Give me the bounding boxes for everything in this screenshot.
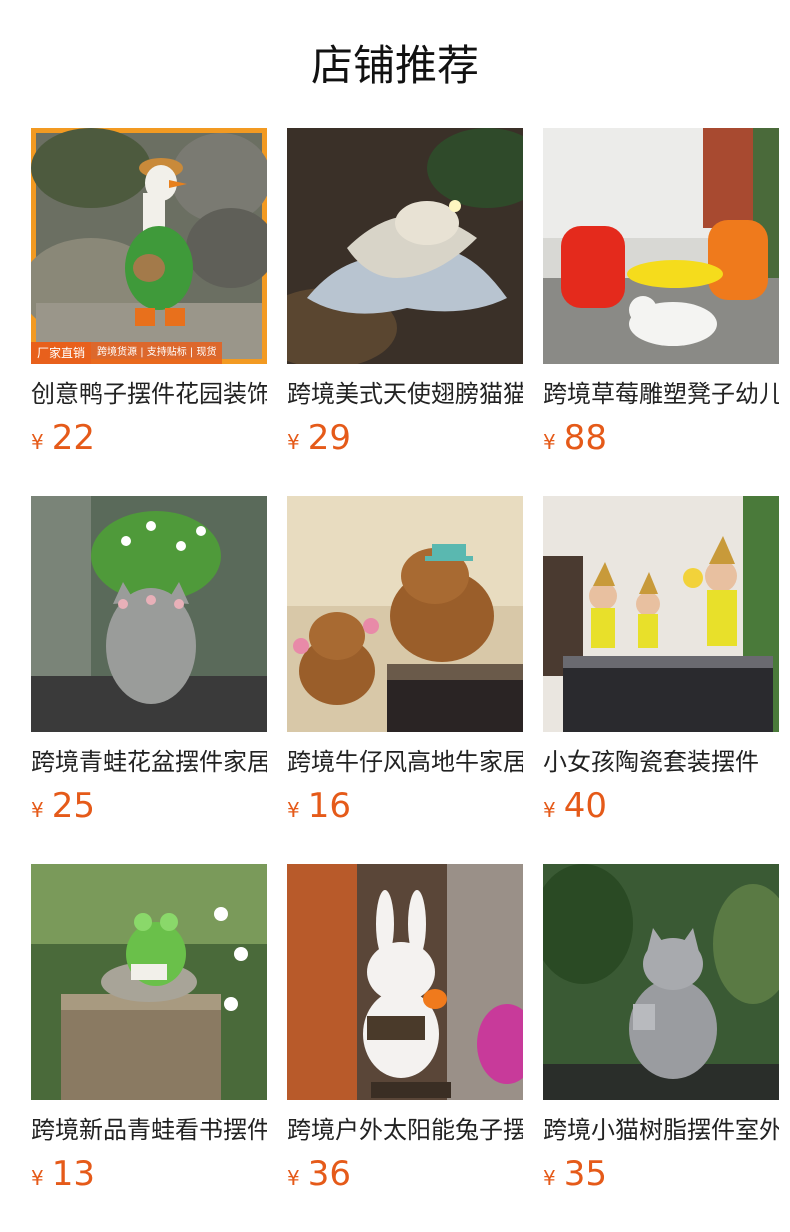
page-title: 店铺推荐 [310, 41, 479, 90]
product-card[interactable]: 小女孩陶瓷套装摆件 ¥40 [543, 496, 779, 826]
currency-symbol: ¥ [287, 1166, 300, 1190]
product-image[interactable] [31, 496, 267, 732]
price-amount: 40 [563, 786, 607, 826]
price-amount: 88 [563, 418, 607, 458]
currency-symbol: ¥ [543, 798, 556, 822]
product-card[interactable]: 跨境户外太阳能兔子摆件 ¥36 [287, 864, 523, 1194]
price-amount: 35 [563, 1154, 607, 1194]
price-amount: 13 [51, 1154, 95, 1194]
product-card[interactable]: 跨境牛仔风高地牛家居 ¥16 [287, 496, 523, 826]
product-price: ¥22 [31, 418, 95, 458]
product-price: ¥35 [543, 1154, 607, 1194]
product-name[interactable]: 跨境牛仔风高地牛家居 [287, 746, 523, 778]
duck-figurine-image [31, 128, 267, 364]
currency-symbol: ¥ [31, 430, 44, 454]
currency-symbol: ¥ [287, 430, 300, 454]
product-name[interactable]: 跨境草莓雕塑凳子幼儿园 [543, 378, 779, 410]
product-image[interactable] [543, 496, 779, 732]
product-card[interactable]: 跨境新品青蛙看书摆件 ¥13 [31, 864, 267, 1194]
price-amount: 22 [51, 418, 95, 458]
frog-reading-image [31, 864, 267, 1100]
product-price: ¥16 [287, 786, 351, 826]
currency-symbol: ¥ [31, 1166, 44, 1190]
product-price: ¥40 [543, 786, 607, 826]
badge-label: 厂家直销 [31, 342, 92, 364]
product-name[interactable]: 跨境户外太阳能兔子摆件 [287, 1114, 523, 1146]
price-amount: 16 [307, 786, 351, 826]
product-image[interactable]: 厂家直销 跨境货源 | 支持贴标 | 现货 [31, 128, 267, 364]
product-image[interactable] [287, 864, 523, 1100]
product-card[interactable]: 跨境草莓雕塑凳子幼儿园 ¥88 [543, 128, 779, 458]
price-amount: 29 [307, 418, 351, 458]
product-image[interactable] [287, 128, 523, 364]
price-amount: 25 [51, 786, 95, 826]
product-name[interactable]: 小女孩陶瓷套装摆件 [543, 746, 779, 778]
product-name[interactable]: 跨境新品青蛙看书摆件 [31, 1114, 267, 1146]
product-card[interactable]: 跨境美式天使翅膀猫猫 ¥29 [287, 128, 523, 458]
currency-symbol: ¥ [31, 798, 44, 822]
factory-direct-badge: 厂家直销 跨境货源 | 支持贴标 | 现货 [31, 342, 223, 364]
product-name[interactable]: 跨境美式天使翅膀猫猫 [287, 378, 523, 410]
product-price: ¥25 [31, 786, 95, 826]
product-image[interactable] [287, 496, 523, 732]
cat-resin-figurine-image [543, 864, 779, 1100]
product-price: ¥36 [287, 1154, 351, 1194]
currency-symbol: ¥ [287, 798, 300, 822]
strawberry-stool-image [543, 128, 779, 364]
angel-wings-image [287, 128, 523, 364]
highland-cow-image [287, 496, 523, 732]
badge-tags: 跨境货源 | 支持贴标 | 现货 [91, 342, 223, 364]
girl-figurine-set-image [543, 496, 779, 732]
product-image[interactable] [31, 864, 267, 1100]
product-price: ¥29 [287, 418, 351, 458]
currency-symbol: ¥ [543, 430, 556, 454]
solar-bunny-image [287, 864, 523, 1100]
cat-planter-image [31, 496, 267, 732]
product-name[interactable]: 创意鸭子摆件花园装饰 [31, 378, 267, 410]
product-card[interactable]: 跨境青蛙花盆摆件家居 ¥25 [31, 496, 267, 826]
product-image[interactable] [543, 128, 779, 364]
product-card[interactable]: 厂家直销 跨境货源 | 支持贴标 | 现货 创意鸭子摆件花园装饰 ¥22 [31, 128, 267, 458]
product-name[interactable]: 跨境小猫树脂摆件室外 [543, 1114, 779, 1146]
currency-symbol: ¥ [543, 1166, 556, 1190]
product-price: ¥88 [543, 418, 607, 458]
price-amount: 36 [307, 1154, 351, 1194]
product-price: ¥13 [31, 1154, 95, 1194]
product-image[interactable] [543, 864, 779, 1100]
product-card[interactable]: 跨境小猫树脂摆件室外 ¥35 [543, 864, 779, 1194]
product-name[interactable]: 跨境青蛙花盆摆件家居 [31, 746, 267, 778]
